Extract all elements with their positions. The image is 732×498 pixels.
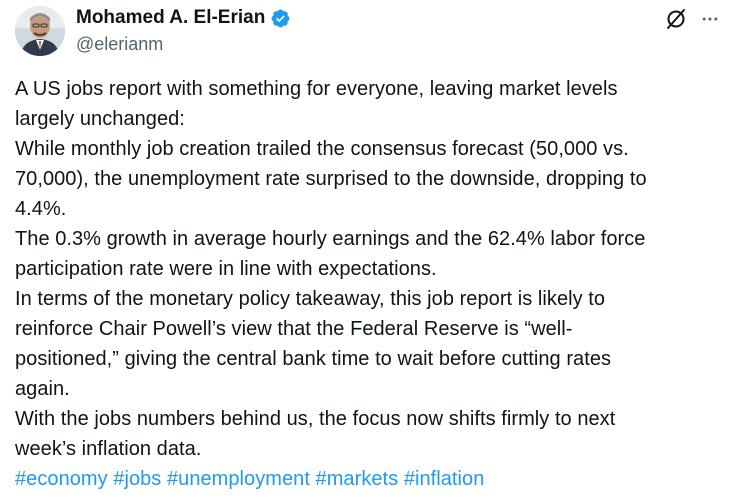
hashtag-economy[interactable]: #economy bbox=[15, 468, 108, 490]
avatar[interactable] bbox=[15, 6, 65, 56]
tweet-line: With the jobs numbers behind us, the foc… bbox=[15, 408, 616, 430]
tweet-line: positioned,” giving the central bank tim… bbox=[15, 348, 612, 370]
person-avatar-icon bbox=[15, 6, 65, 56]
tweet-line: The 0.3% growth in average hourly earnin… bbox=[15, 228, 646, 250]
tweet-card: Mohamed A. El-Erian @elerianm A US jobs … bbox=[0, 0, 732, 498]
tweet-text: A US jobs report with something for ever… bbox=[15, 74, 720, 494]
more-dots-icon[interactable] bbox=[700, 9, 720, 29]
tweet-line: 4.4%. bbox=[15, 198, 67, 220]
author-handle[interactable]: @elerianm bbox=[76, 34, 291, 55]
hashtag-jobs[interactable]: #jobs bbox=[113, 468, 161, 490]
tweet-line: While monthly job creation trailed the c… bbox=[15, 138, 629, 160]
author-block: Mohamed A. El-Erian @elerianm bbox=[76, 6, 291, 55]
hashtag-row: #economy #jobs #unemployment #markets #i… bbox=[15, 464, 720, 494]
tweet-line: week’s inflation data. bbox=[15, 438, 202, 460]
tweet-line: again. bbox=[15, 378, 70, 400]
tweet-line: 70,000), the unemployment rate surprised… bbox=[15, 168, 647, 190]
tweet-line: A US jobs report with something for ever… bbox=[15, 78, 618, 100]
tweet-line: largely unchanged: bbox=[15, 108, 185, 130]
tweet-line: In terms of the monetary policy takeaway… bbox=[15, 288, 606, 310]
name-row: Mohamed A. El-Erian bbox=[76, 6, 291, 30]
grok-icon[interactable] bbox=[664, 7, 688, 31]
verified-badge-icon[interactable] bbox=[270, 8, 291, 29]
author-display-name[interactable]: Mohamed A. El-Erian bbox=[76, 7, 265, 29]
tweet-line: reinforce Chair Powell’s view that the F… bbox=[15, 318, 573, 340]
hashtag-unemployment[interactable]: #unemployment bbox=[167, 468, 310, 490]
tweet-line: participation rate were in line with exp… bbox=[15, 258, 437, 280]
hashtag-inflation[interactable]: #inflation bbox=[404, 468, 485, 490]
hashtag-markets[interactable]: #markets bbox=[316, 468, 399, 490]
